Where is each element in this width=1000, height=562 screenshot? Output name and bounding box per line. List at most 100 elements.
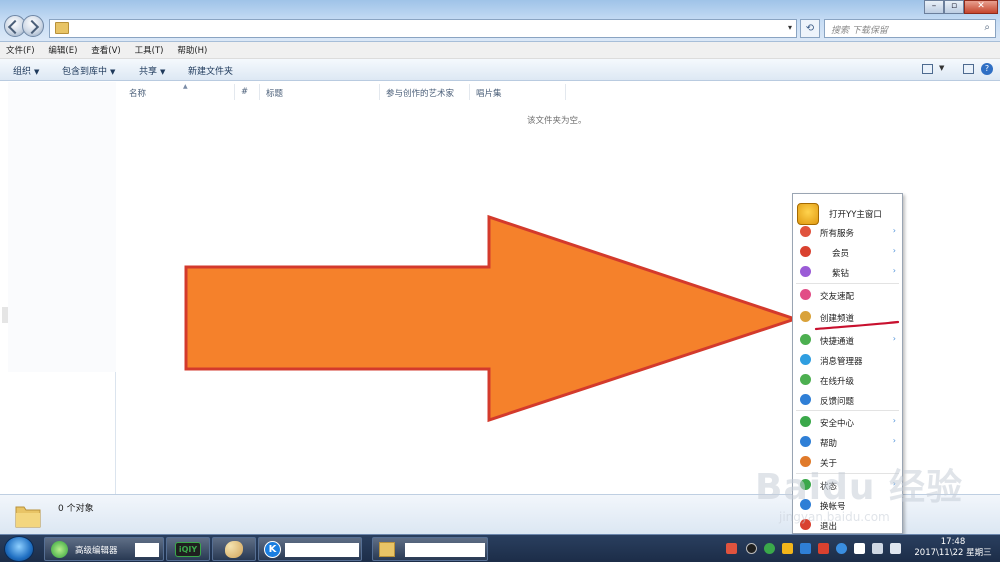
menu-view[interactable]: 查看(V) [85,42,125,56]
menu-item-message[interactable]: 消息管理器 [793,350,902,370]
command-bar: 组织 ▼ 包含到库中 ▼ 共享 ▼ 新建文件夹 ▼ ? [0,59,1000,81]
start-button[interactable] [4,536,34,562]
menu-item-label: 会员 [832,249,850,259]
taskbar-item-explorer[interactable] [372,537,488,561]
vip-icon [800,246,811,257]
taskbar-item-kugou[interactable]: K [258,537,362,561]
organize-button[interactable]: 组织 ▼ [13,64,39,77]
column-artist-label: 参与创作的艺术家 [386,89,455,99]
menu-item-match[interactable]: 交友速配 [793,285,902,305]
about-icon [800,456,811,467]
menu-separator [796,410,899,411]
network-icon[interactable] [854,543,865,554]
include-in-library-label: 包含到库中 [62,67,108,77]
tray-app-icon[interactable] [836,543,847,554]
taskbar-item-paint[interactable] [212,537,256,561]
volume-icon[interactable] [890,543,901,554]
menu-item-label: 快捷通道 [820,337,855,347]
share-label: 共享 [139,67,158,77]
address-bar[interactable]: ▾ [49,19,797,38]
arrow-shape [184,214,800,423]
column-name[interactable]: 名称 ▲ [123,83,235,100]
menu-item-vip[interactable]: 会员 › [793,242,902,262]
menu-tools[interactable]: 工具(T) [129,42,169,56]
menu-item-label: 安全中心 [820,419,855,429]
clock-time: 17:48 [940,537,966,547]
yy-tray-icon[interactable] [782,543,793,554]
tray-app-icon[interactable] [818,543,829,554]
chevron-right-icon: › [892,436,896,445]
action-center-icon[interactable] [872,543,883,554]
chevron-down-icon[interactable]: ▼ [939,64,944,72]
sort-arrow-icon: ▲ [183,83,188,90]
menu-item-upgrade[interactable]: 在线升级 [793,370,902,390]
taskbar-item-browser[interactable]: 高级编辑器 [44,537,164,561]
menu-item-label: 交友速配 [820,292,855,302]
column-album[interactable]: 唱片集 [470,84,566,100]
navigation-pane[interactable] [0,82,116,494]
scrollbar[interactable] [2,307,8,323]
minimize-button[interactable]: – [924,0,944,14]
menu-item-about[interactable]: 关于 [793,452,902,472]
share-button[interactable]: 共享 ▼ [139,64,165,77]
title-bar: ▾ ⟲ 搜索 下载保留 ⌕ – ▫ ✕ [0,0,1000,42]
menu-item-switch-account[interactable]: 换帐号 [793,495,902,515]
refresh-button[interactable]: ⟲ [800,19,820,38]
search-placeholder: 搜索 下载保留 [831,26,888,36]
chevron-down-icon: ▼ [160,68,166,76]
menu-item-diamond[interactable]: 紫钻 › [793,262,902,282]
folder-icon [379,542,395,557]
chevron-right-icon: › [892,479,896,488]
kugou-icon: K [264,541,281,558]
menu-item-shortcut[interactable]: 快捷通道 › [793,330,902,350]
menu-item-exit[interactable]: 退出 [793,515,902,535]
help-icon[interactable]: ? [981,63,993,75]
taskbar-item-iqiyi[interactable]: iQIY [166,537,210,561]
redacted-label [405,543,485,557]
tray-app-icon[interactable] [764,543,775,554]
column-title[interactable]: 标题 [260,84,380,100]
sogou-ime-icon[interactable] [726,543,737,554]
annotation-arrow [184,214,800,423]
menu-file[interactable]: 文件(F) [0,42,40,56]
menu-item-label: 状态 [820,482,838,492]
menu-bar: 文件(F) 编辑(E) 查看(V) 工具(T) 帮助(H) [0,42,1000,59]
menu-edit[interactable]: 编辑(E) [42,42,82,56]
view-mode-icon[interactable] [922,64,933,74]
shortcut-icon [800,334,811,345]
column-artist[interactable]: 参与创作的艺术家 [380,84,470,100]
chevron-down-icon: ▼ [34,68,40,76]
tray-app-icon[interactable] [800,543,811,554]
menu-item-status[interactable]: 状态 › [793,475,902,495]
view-options: ▼ ? [914,63,994,77]
clock[interactable]: 17:48 2017\11\22 星期三 [906,537,1000,559]
upgrade-icon [800,374,811,385]
redacted-label [285,543,359,557]
taskbar: 高级编辑器 iQIY K 17:48 2017\11\22 星期三 [0,534,1000,562]
menu-help[interactable]: 帮助(H) [171,42,212,56]
search-icon: ⌕ [984,22,990,33]
menu-item-help[interactable]: 帮助 › [793,432,902,452]
tray-app-icon[interactable] [746,543,757,554]
new-folder-button[interactable]: 新建文件夹 [188,64,233,77]
preview-pane-icon[interactable] [963,64,974,74]
chevron-down-icon[interactable]: ▾ [788,23,792,32]
maximize-button[interactable]: ▫ [944,0,964,14]
close-button[interactable]: ✕ [964,0,998,14]
menu-item-label: 帮助 [820,439,838,449]
column-number[interactable]: # [235,84,260,100]
include-in-library-button[interactable]: 包含到库中 ▼ [62,64,115,77]
chevron-right-icon: › [892,334,896,343]
message-icon [800,354,811,365]
menu-item-feedback[interactable]: 反馈问题 [793,390,902,410]
yy-tray-context-menu: 打开YY主窗口 所有服务 › 会员 › 紫钻 › 交友速配 创建频道 快捷通道 › 消息管理器 在线升… [792,193,903,534]
menu-item-heart[interactable]: 所有服务 › [793,222,902,242]
menu-item-shield[interactable]: 安全中心 › [793,412,902,432]
menu-item-label: 所有服务 [820,229,855,239]
paint-icon [225,541,243,558]
search-input[interactable]: 搜索 下载保留 ⌕ [824,19,996,38]
empty-folder-message: 该文件夹为空。 [527,116,587,126]
menu-item-label: 在线升级 [820,377,855,387]
forward-button[interactable] [22,15,44,37]
menu-item-label: 打开YY主窗口 [829,210,882,220]
